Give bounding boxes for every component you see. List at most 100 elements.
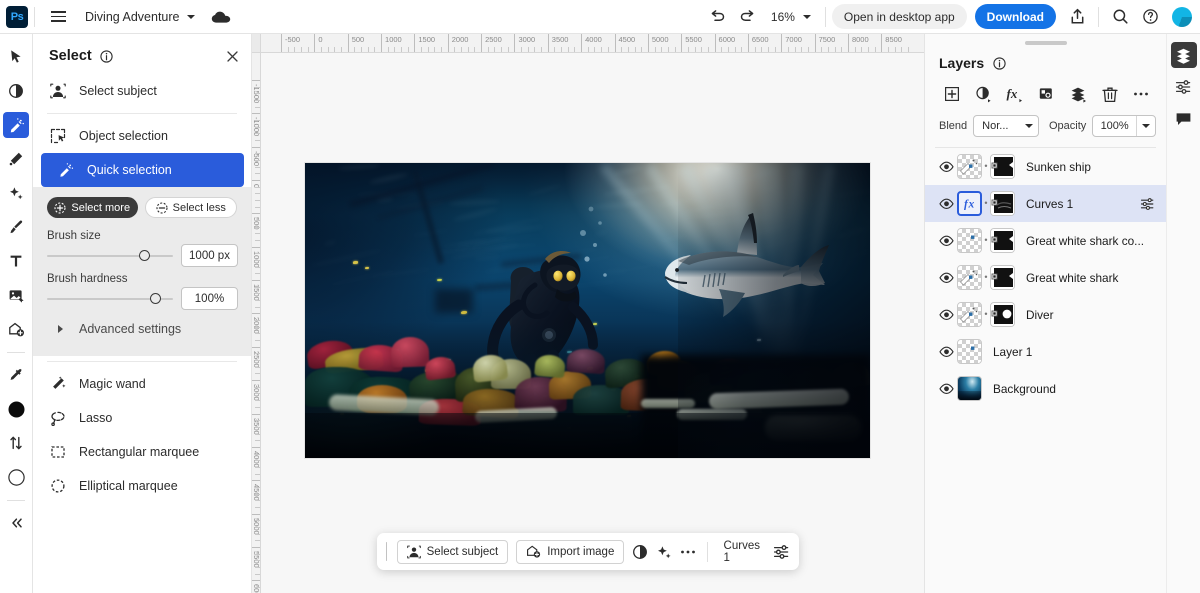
select-subject-row[interactable]: Select subject (33, 74, 251, 108)
background-color-swatch[interactable] (3, 464, 29, 490)
slider-knob[interactable] (150, 293, 161, 304)
layer-visibility-eye-icon[interactable] (935, 230, 957, 252)
share-icon[interactable] (1062, 4, 1092, 30)
drag-handle[interactable] (386, 542, 387, 561)
import-image-tool[interactable] (3, 316, 29, 342)
layer-row[interactable]: • Sunken ship (925, 148, 1166, 185)
layer-mask-thumbnail[interactable] (990, 154, 1015, 179)
brush-hardness-input[interactable]: 100% (181, 287, 238, 310)
slider-knob[interactable] (139, 250, 150, 261)
add-layer-button[interactable] (937, 81, 967, 107)
artboard[interactable] (305, 163, 870, 458)
layer-name[interactable]: Diver (1026, 308, 1158, 322)
layer-thumbnail[interactable] (957, 302, 982, 327)
layer-name[interactable]: Great white shark (1026, 271, 1158, 285)
layer-row[interactable]: • Diver (925, 296, 1166, 333)
delete-layer-button[interactable] (1095, 81, 1125, 107)
redo-icon[interactable] (733, 4, 763, 30)
info-icon[interactable] (993, 57, 1006, 70)
generative-fill-tool[interactable] (3, 180, 29, 206)
type-tool[interactable] (3, 248, 29, 274)
horizontal-ruler[interactable]: -500 0 500 1000 1500 2000 2500 3000 3500 4000 4500… (261, 34, 924, 53)
quick-selection-tool[interactable] (3, 112, 29, 138)
move-tool[interactable] (3, 44, 29, 70)
properties-panel-toggle[interactable] (1171, 74, 1197, 100)
ctx-select-subject-button[interactable]: Select subject (397, 540, 509, 564)
layer-name[interactable]: Curves 1 (1026, 197, 1136, 211)
close-icon[interactable] (226, 50, 239, 63)
more-options-button[interactable] (1126, 81, 1156, 107)
photoshop-logo[interactable]: Ps (6, 6, 28, 28)
blend-mode-select[interactable]: Nor... (973, 115, 1039, 137)
lasso-row[interactable]: Lasso (33, 401, 251, 435)
layer-row[interactable]: • Great white shark co... (925, 222, 1166, 259)
layer-thumbnail[interactable] (957, 265, 982, 290)
layer-mask-thumbnail[interactable] (990, 265, 1015, 290)
hamburger-menu-icon[interactable] (45, 4, 71, 30)
layer-mask-thumbnail[interactable] (990, 228, 1015, 253)
magic-wand-row[interactable]: Magic wand (33, 367, 251, 401)
undo-icon[interactable] (703, 4, 733, 30)
mask-link-icon[interactable]: • (982, 310, 990, 319)
layer-name[interactable]: Sunken ship (1026, 160, 1158, 174)
layer-visibility-eye-icon[interactable] (935, 156, 957, 178)
object-selection-row[interactable]: Object selection (33, 119, 251, 153)
ctx-adjustment-icon[interactable] (632, 540, 648, 564)
open-in-desktop-app-button[interactable]: Open in desktop app (832, 4, 967, 29)
layer-name[interactable]: Layer 1 (993, 345, 1158, 359)
brush-tool[interactable] (3, 214, 29, 240)
search-icon[interactable] (1105, 4, 1135, 30)
layer-thumbnail[interactable] (957, 228, 982, 253)
layer-effects-button[interactable]: fx (1000, 81, 1030, 107)
layer-thumbnail[interactable] (957, 154, 982, 179)
mask-link-icon[interactable]: • (982, 199, 990, 208)
ctx-generative-sparkles-icon[interactable] (656, 540, 672, 564)
collapse-toolbar-button[interactable] (3, 510, 29, 536)
layer-row[interactable]: f x • Curves 1 (925, 185, 1166, 222)
add-mask-button[interactable] (1032, 81, 1062, 107)
brush-size-slider[interactable] (47, 248, 173, 264)
advanced-settings-row[interactable]: Advanced settings (33, 312, 251, 346)
add-adjustment-button[interactable] (969, 81, 999, 107)
download-button[interactable]: Download (975, 4, 1056, 29)
comments-panel-toggle[interactable] (1171, 106, 1197, 132)
layer-row[interactable]: Background (925, 370, 1166, 407)
image-tool[interactable] (3, 282, 29, 308)
layer-visibility-eye-icon[interactable] (935, 341, 957, 363)
layer-visibility-eye-icon[interactable] (935, 193, 957, 215)
layer-name[interactable]: Great white shark co... (1026, 234, 1158, 248)
ctx-more-horizontal-icon[interactable] (680, 540, 696, 564)
adjustment-tool[interactable] (3, 78, 29, 104)
layer-name[interactable]: Background (993, 382, 1158, 396)
cloud-icon[interactable] (211, 10, 231, 24)
elliptical-marquee-row[interactable]: Elliptical marquee (33, 469, 251, 503)
ctx-properties-sliders-icon[interactable] (773, 540, 790, 564)
ctx-import-image-button[interactable]: Import image (516, 540, 624, 564)
vertical-ruler[interactable]: -1500 -1000 -500 0 500 1000 1500 2000 2500 3000 35… (252, 53, 261, 593)
help-icon[interactable] (1135, 4, 1165, 30)
layer-thumbnail[interactable]: fx (957, 191, 982, 216)
layer-visibility-eye-icon[interactable] (935, 267, 957, 289)
document-title-menu[interactable]: Diving Adventure (85, 10, 195, 24)
layers-panel-toggle[interactable] (1171, 42, 1197, 68)
layer-visibility-eye-icon[interactable] (935, 378, 957, 400)
canvas-area[interactable]: -500 0 500 1000 1500 2000 2500 3000 3500 4000 4500… (252, 34, 924, 593)
brush-hardness-slider[interactable] (47, 291, 173, 307)
quick-selection-row[interactable]: Quick selection (41, 153, 244, 187)
group-layers-button[interactable] (1063, 81, 1093, 107)
mask-link-icon[interactable]: • (982, 273, 990, 282)
layer-thumbnail[interactable] (957, 339, 982, 364)
eyedropper-tool[interactable] (3, 362, 29, 388)
info-icon[interactable] (100, 50, 113, 63)
layer-row[interactable]: Layer 1 (925, 333, 1166, 370)
foreground-color-swatch[interactable] (3, 396, 29, 422)
mask-link-icon[interactable]: • (982, 162, 990, 171)
opacity-input[interactable]: 100% (1092, 115, 1156, 137)
brush-size-input[interactable]: 1000 px (181, 244, 238, 267)
layer-mask-thumbnail[interactable] (990, 191, 1015, 216)
layer-row[interactable]: • Great white shark (925, 259, 1166, 296)
select-less-button[interactable]: Select less (145, 197, 238, 218)
spot-healing-tool[interactable] (3, 146, 29, 172)
rectangular-marquee-row[interactable]: Rectangular marquee (33, 435, 251, 469)
user-avatar[interactable] (1172, 7, 1192, 27)
